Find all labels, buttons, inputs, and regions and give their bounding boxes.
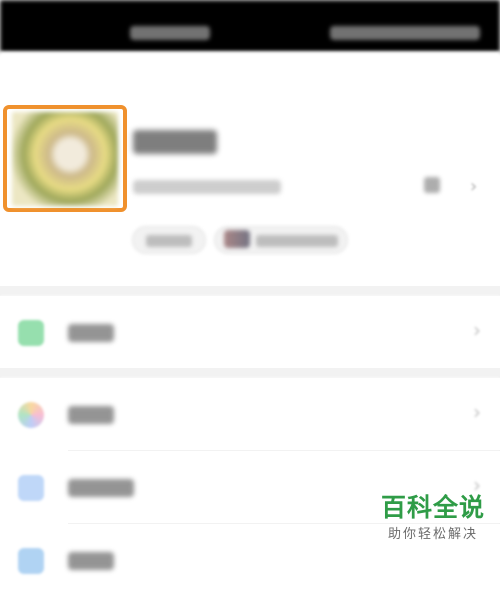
status-button-label: [146, 235, 192, 247]
friends-avatars-icon: [224, 230, 250, 248]
card-icon: [18, 548, 44, 574]
pinwheel-icon: [18, 402, 44, 428]
section-separator: [0, 368, 500, 378]
avatar[interactable]: [12, 112, 118, 206]
menu-item-label: [68, 406, 114, 424]
chevron-right-icon: ›: [473, 318, 481, 342]
menu-item-favorites[interactable]: ›: [0, 378, 500, 450]
watermark-subtitle: 助你轻松解决: [387, 527, 478, 542]
chevron-right-icon: ›: [473, 400, 481, 424]
status-bar: [0, 0, 500, 52]
menu-item-label: [68, 552, 114, 570]
profile-name: [133, 130, 217, 154]
friends-status-label: [256, 235, 338, 247]
menu-item-label: [68, 324, 114, 342]
folder-icon: [18, 475, 44, 501]
qr-code-icon[interactable]: [424, 177, 440, 193]
watermark-title: 百科全说: [380, 493, 485, 522]
profile-account-id: [133, 180, 281, 194]
menu-item-label: [68, 479, 134, 497]
chevron-right-icon[interactable]: ›: [470, 176, 477, 197]
section-separator: [0, 286, 500, 296]
watermark: 百科全说 助你轻松解决: [370, 488, 496, 548]
status-icons: [330, 26, 480, 40]
menu-item-pay[interactable]: ›: [0, 296, 500, 368]
chat-bubble-icon: [18, 320, 44, 346]
carrier-text: [130, 26, 210, 40]
